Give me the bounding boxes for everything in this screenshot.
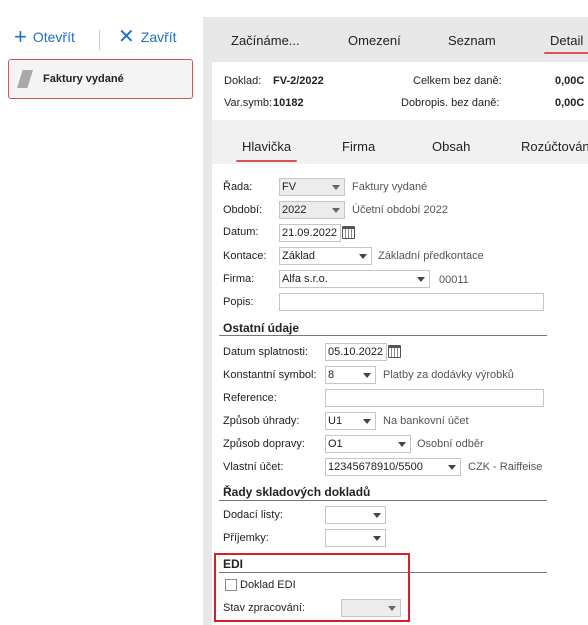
splatnost-input[interactable]: 05.10.2022 xyxy=(325,343,387,361)
reference-input[interactable] xyxy=(325,389,544,407)
calendar-icon[interactable] xyxy=(342,226,355,239)
firma-label: Firma: xyxy=(223,273,255,285)
doklad-label: Doklad: xyxy=(224,75,262,87)
prijemky-label: Příjemky: xyxy=(223,532,269,544)
rada-label: Řada: xyxy=(223,181,253,193)
vlastni-ucet-select[interactable]: 12345678910/5500 xyxy=(325,458,461,476)
chevron-down-icon xyxy=(363,419,371,424)
chevron-down-icon xyxy=(373,536,381,541)
konst-symbol-desc: Platby za dodávky výrobků xyxy=(383,369,514,381)
konst-symbol-value: 8 xyxy=(328,369,335,381)
varsymb-label: Var.symb: xyxy=(224,97,273,109)
zpusob-dopravy-select[interactable]: O1 xyxy=(325,435,411,453)
dodaci-select[interactable] xyxy=(325,506,386,524)
left-item-label: Faktury vydané xyxy=(43,73,124,85)
subtab-obsah[interactable]: Obsah xyxy=(432,139,470,154)
vlastni-ucet-value: 12345678910/5500 xyxy=(328,461,423,473)
zpusob-uhrady-label: Způsob úhrady: xyxy=(223,415,300,427)
splatnost-value: 05.10.2022 xyxy=(328,346,384,358)
vlastni-ucet-label: Vlastní účet: xyxy=(223,461,284,473)
obdobi-select[interactable]: 2022 xyxy=(279,201,345,219)
section-divider xyxy=(219,500,547,501)
reference-label: Reference: xyxy=(223,392,277,404)
obdobi-label: Období: xyxy=(223,204,263,216)
celkem-label: Celkem bez daně: xyxy=(413,75,502,87)
konst-symbol-label: Konstantní symbol: xyxy=(223,369,317,381)
kontace-value: Základ xyxy=(282,250,316,262)
tab-omezeni[interactable]: Omezení xyxy=(348,33,401,48)
tab-detail[interactable]: Detail xyxy=(543,33,588,54)
popis-input[interactable] xyxy=(279,293,544,311)
open-button[interactable]: + Otevřít xyxy=(14,24,75,49)
splatnost-label: Datum splatnosti: xyxy=(223,346,308,358)
chevron-down-icon xyxy=(373,513,381,518)
subtab-hlavicka[interactable]: Hlavička xyxy=(235,139,298,162)
varsymb-value: 10182 xyxy=(273,97,304,109)
tab-zaciname[interactable]: Začínáme... xyxy=(231,33,300,48)
document-header-info: Doklad: FV-2/2022 Var.symb: 10182 Celkem… xyxy=(212,62,588,114)
dodaci-label: Dodací listy: xyxy=(223,509,283,521)
calendar-icon[interactable] xyxy=(388,345,401,358)
zpusob-uhrady-desc: Na bankovní účet xyxy=(383,415,469,427)
rada-select[interactable]: FV xyxy=(279,178,345,196)
firma-select[interactable]: Alfa s.r.o. xyxy=(279,270,430,288)
rada-value: FV xyxy=(282,181,297,193)
chevron-down-icon xyxy=(398,442,406,447)
chevron-down-icon xyxy=(363,373,371,378)
zpusob-uhrady-value: U1 xyxy=(328,415,343,427)
kontace-select[interactable]: Základ xyxy=(279,247,372,265)
close-button[interactable]: ✕ Zavřít xyxy=(118,26,177,48)
plus-icon: + xyxy=(14,24,27,49)
open-button-label: Otevřít xyxy=(32,29,75,45)
left-item-faktury-vydane[interactable]: Faktury vydané xyxy=(8,59,193,99)
firma-value: Alfa s.r.o. xyxy=(282,273,328,285)
section-divider xyxy=(219,335,547,336)
rady-sklad-heading: Řady skladových dokladů xyxy=(223,485,371,499)
popis-label: Popis: xyxy=(223,296,254,308)
vlastni-ucet-desc: CZK - Raiffeise xyxy=(468,461,543,473)
kontace-desc: Základní předkontace xyxy=(378,250,484,262)
konst-symbol-select[interactable]: 8 xyxy=(325,366,376,384)
dobropis-label: Dobropis. bez daně: xyxy=(401,97,500,109)
subtab-rozuctovani[interactable]: Rozúčtování xyxy=(521,139,588,154)
main-tabs: Začínáme... Omezení Seznam Detail xyxy=(203,17,588,62)
chevron-down-icon xyxy=(359,254,367,259)
edi-highlight-box xyxy=(214,553,410,622)
close-icon: ✕ xyxy=(118,26,135,48)
datum-input[interactable]: 21.09.2022 xyxy=(279,224,341,242)
datum-label: Datum: xyxy=(223,226,259,238)
chevron-down-icon xyxy=(332,208,340,213)
zpusob-dopravy-desc: Osobní odběr xyxy=(417,438,484,450)
left-toolbar: + Otevřít ✕ Zavřít xyxy=(0,22,200,56)
document-icon xyxy=(17,70,33,88)
kontace-label: Kontace: xyxy=(223,250,267,262)
celkem-value: 0,00C xyxy=(555,75,585,87)
chevron-down-icon xyxy=(448,465,456,470)
toolbar-separator xyxy=(99,30,100,50)
rada-desc: Faktury vydané xyxy=(352,181,428,193)
firma-desc: 00011 xyxy=(439,274,469,286)
chevron-down-icon xyxy=(417,277,425,282)
doklad-value: FV-2/2022 xyxy=(273,75,324,87)
zpusob-dopravy-label: Způsob dopravy: xyxy=(223,438,305,450)
zpusob-uhrady-select[interactable]: U1 xyxy=(325,412,376,430)
close-button-label: Zavřít xyxy=(140,29,177,45)
obdobi-value: 2022 xyxy=(282,204,307,216)
datum-value: 21.09.2022 xyxy=(282,227,338,239)
obdobi-desc: Účetní období 2022 xyxy=(352,204,449,216)
subtab-firma[interactable]: Firma xyxy=(342,139,375,154)
zpusob-dopravy-value: O1 xyxy=(328,438,343,450)
prijemky-select[interactable] xyxy=(325,529,386,547)
chevron-down-icon xyxy=(332,185,340,190)
ostatni-udaje-heading: Ostatní údaje xyxy=(223,321,300,335)
dobropis-value: 0,00C xyxy=(555,97,585,109)
tab-seznam[interactable]: Seznam xyxy=(448,33,496,48)
